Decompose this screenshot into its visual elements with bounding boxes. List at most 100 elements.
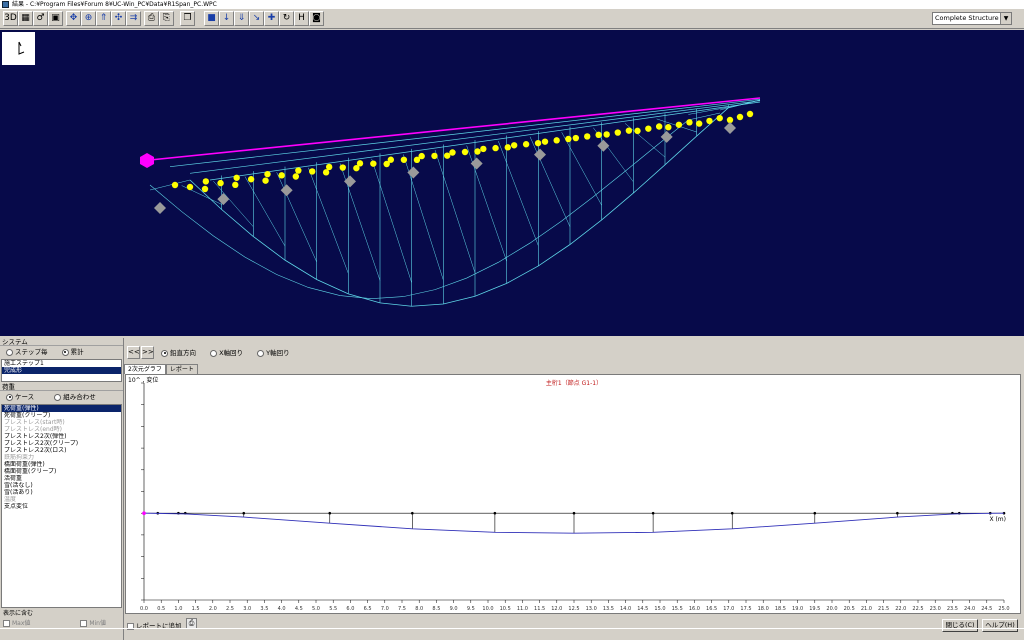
step-item[interactable]: 完成形 — [2, 367, 121, 374]
x-tick-label: 3.5 — [260, 606, 268, 612]
radio-icon — [6, 393, 13, 401]
node-marker — [295, 167, 302, 174]
max-checkbox[interactable]: Max値 — [3, 620, 30, 627]
node-marker — [716, 114, 723, 122]
structure-select-value: Complete Structure — [935, 14, 999, 22]
member-button[interactable]: ▣ — [48, 11, 63, 26]
structure-select[interactable]: Complete Structure ▼ — [932, 12, 1012, 25]
section-view-button[interactable]: ▦ — [18, 11, 33, 26]
node-marker — [736, 113, 744, 121]
tab-2d-graph[interactable]: 2次元グラフ — [124, 364, 166, 374]
load-case-item[interactable]: プレストレス2次(ロス) — [2, 447, 121, 454]
load-case-item[interactable]: 支点変位 — [2, 503, 121, 510]
rotate-button[interactable]: ✥ — [66, 11, 81, 26]
loads-list[interactable]: 死荷重(弾性) 死荷重(クリープ) プレストレス(start時) プレストレス(end… — [1, 404, 122, 608]
print-view-button[interactable]: ⎙ — [144, 11, 159, 26]
step-item[interactable]: 施工ステップ1 — [2, 360, 121, 367]
x-tick-label: 21.0 — [861, 606, 872, 612]
node-marker — [534, 139, 542, 147]
load-case-item[interactable]: プレストレス(end時) — [2, 426, 121, 433]
brace-line — [434, 149, 476, 273]
camera-button[interactable]: ◙ — [309, 11, 324, 26]
node-marker — [595, 131, 602, 139]
x-tick-label: 8.5 — [432, 606, 440, 612]
girder-line — [169, 98, 761, 168]
radio-icon — [61, 348, 69, 356]
radio-icon — [6, 348, 13, 356]
x-tick-label: 0.5 — [157, 606, 165, 612]
x-tick-label: 10.5 — [500, 606, 511, 612]
pan-up-button[interactable]: ⇑ — [96, 11, 111, 26]
node-marker — [522, 141, 530, 148]
min-checkbox[interactable]: Min値 — [80, 620, 106, 627]
status-bar — [0, 628, 1024, 640]
support-marker — [140, 153, 154, 168]
down-arrow-button[interactable]: ↓ — [219, 11, 234, 26]
cycle-button[interactable]: ↻ — [279, 11, 294, 26]
chevron-down-icon[interactable]: ▼ — [1000, 13, 1011, 24]
load-case-item[interactable]: 橋面荷重(弾性) — [2, 461, 121, 468]
x-tick-label: 20.0 — [826, 606, 837, 612]
x-tick-label: 1.0 — [174, 606, 182, 612]
node-marker — [706, 117, 713, 125]
tab-bar: 2次元グラフ レポート — [124, 364, 198, 374]
case-radio-case[interactable]: ケース — [6, 393, 34, 401]
load-case-item[interactable]: 温度 — [2, 496, 121, 503]
tab-report[interactable]: レポート — [165, 364, 198, 374]
move-button[interactable]: ✣ — [111, 11, 126, 26]
x-tick-label: 0.0 — [140, 606, 148, 612]
load-case-item[interactable]: プレストレス2次(弾性) — [2, 433, 121, 440]
x-tick-label: 1.5 — [192, 606, 200, 612]
window-button[interactable]: ❐ — [180, 11, 195, 26]
steps-list[interactable]: 施工ステップ1 完成形 — [1, 359, 122, 382]
x-tick-label: 2.0 — [209, 606, 217, 612]
direction-radio-x[interactable]: X軸回り — [210, 349, 243, 357]
x-axis-label: X (m) — [989, 516, 1006, 523]
load-case-item[interactable]: 死荷重(クリープ) — [2, 412, 121, 419]
zoom-fit-button[interactable]: ⊕ — [81, 11, 96, 26]
case-radio-combo[interactable]: 組み合わせ — [54, 393, 96, 401]
load-case-item[interactable]: 雪(活あり) — [2, 489, 121, 496]
node-marker — [746, 110, 754, 118]
load-case-item[interactable]: プレストレス(start時) — [2, 419, 121, 426]
brace-line — [371, 158, 412, 283]
copy-view-button[interactable]: ⎘ — [159, 11, 174, 26]
node-point — [328, 511, 332, 515]
load-case-item[interactable]: 雪(活なし) — [2, 482, 121, 489]
load-case-item[interactable]: 死荷重(弾性) — [2, 405, 121, 412]
direction-radio-vertical[interactable]: 鉛直方向 — [161, 349, 196, 357]
load-case-item[interactable]: 鉄筋拘束力 — [2, 454, 121, 461]
x-tick-label: 23.0 — [930, 606, 941, 612]
load-case-item[interactable]: 橋面荷重(クリープ) — [2, 468, 121, 475]
mode-radio-step[interactable]: ステップ毎 — [6, 348, 48, 356]
x-tick-label: 13.5 — [603, 606, 614, 612]
h-button[interactable]: H — [294, 11, 309, 26]
x-tick-label: 21.5 — [878, 606, 889, 612]
prev-button[interactable]: << — [127, 346, 140, 359]
pointer-button[interactable]: ♂ — [33, 11, 48, 26]
x-tick-label: 5.0 — [312, 606, 320, 612]
load-arrow-button[interactable]: ⇓ — [234, 11, 249, 26]
3d-view[interactable] — [0, 30, 1024, 336]
brace-line — [498, 141, 539, 246]
cross-button[interactable]: ✚ — [264, 11, 279, 26]
x-tick-label: 19.0 — [792, 606, 803, 612]
fill-button[interactable]: ■ — [204, 11, 219, 26]
diagonal-button[interactable]: ↘ — [249, 11, 264, 26]
node-marker — [572, 134, 580, 142]
graph-area: 0.0 0.5 1.0 1.5 2.0 2.5 3.0 3.5 4.0 4.5 5.0 5.5 6.0 6… — [125, 374, 1021, 614]
load-case-item[interactable]: プレストレス2次(クリープ) — [2, 440, 121, 447]
node-marker — [387, 156, 395, 163]
view-3d-button[interactable]: 3D — [3, 11, 18, 26]
next-button[interactable]: >> — [141, 346, 154, 359]
result-panel: << >> 鉛直方向 X軸回り Y軸回り 2次元グラフ レポート 0.0 0.5 1.… — [123, 338, 1024, 640]
brace-line — [244, 176, 286, 247]
chart-title: 主桁1（節点 G1-1） — [546, 379, 602, 387]
load-case-item[interactable]: 活荷重 — [2, 475, 121, 482]
mode-radio-total[interactable]: 累計 — [61, 348, 84, 356]
node-point — [572, 511, 576, 515]
radio-icon — [257, 349, 265, 357]
pan-right-button[interactable]: ⇉ — [126, 11, 141, 26]
direction-radio-y[interactable]: Y軸回り — [257, 349, 290, 357]
node-marker — [645, 125, 652, 132]
